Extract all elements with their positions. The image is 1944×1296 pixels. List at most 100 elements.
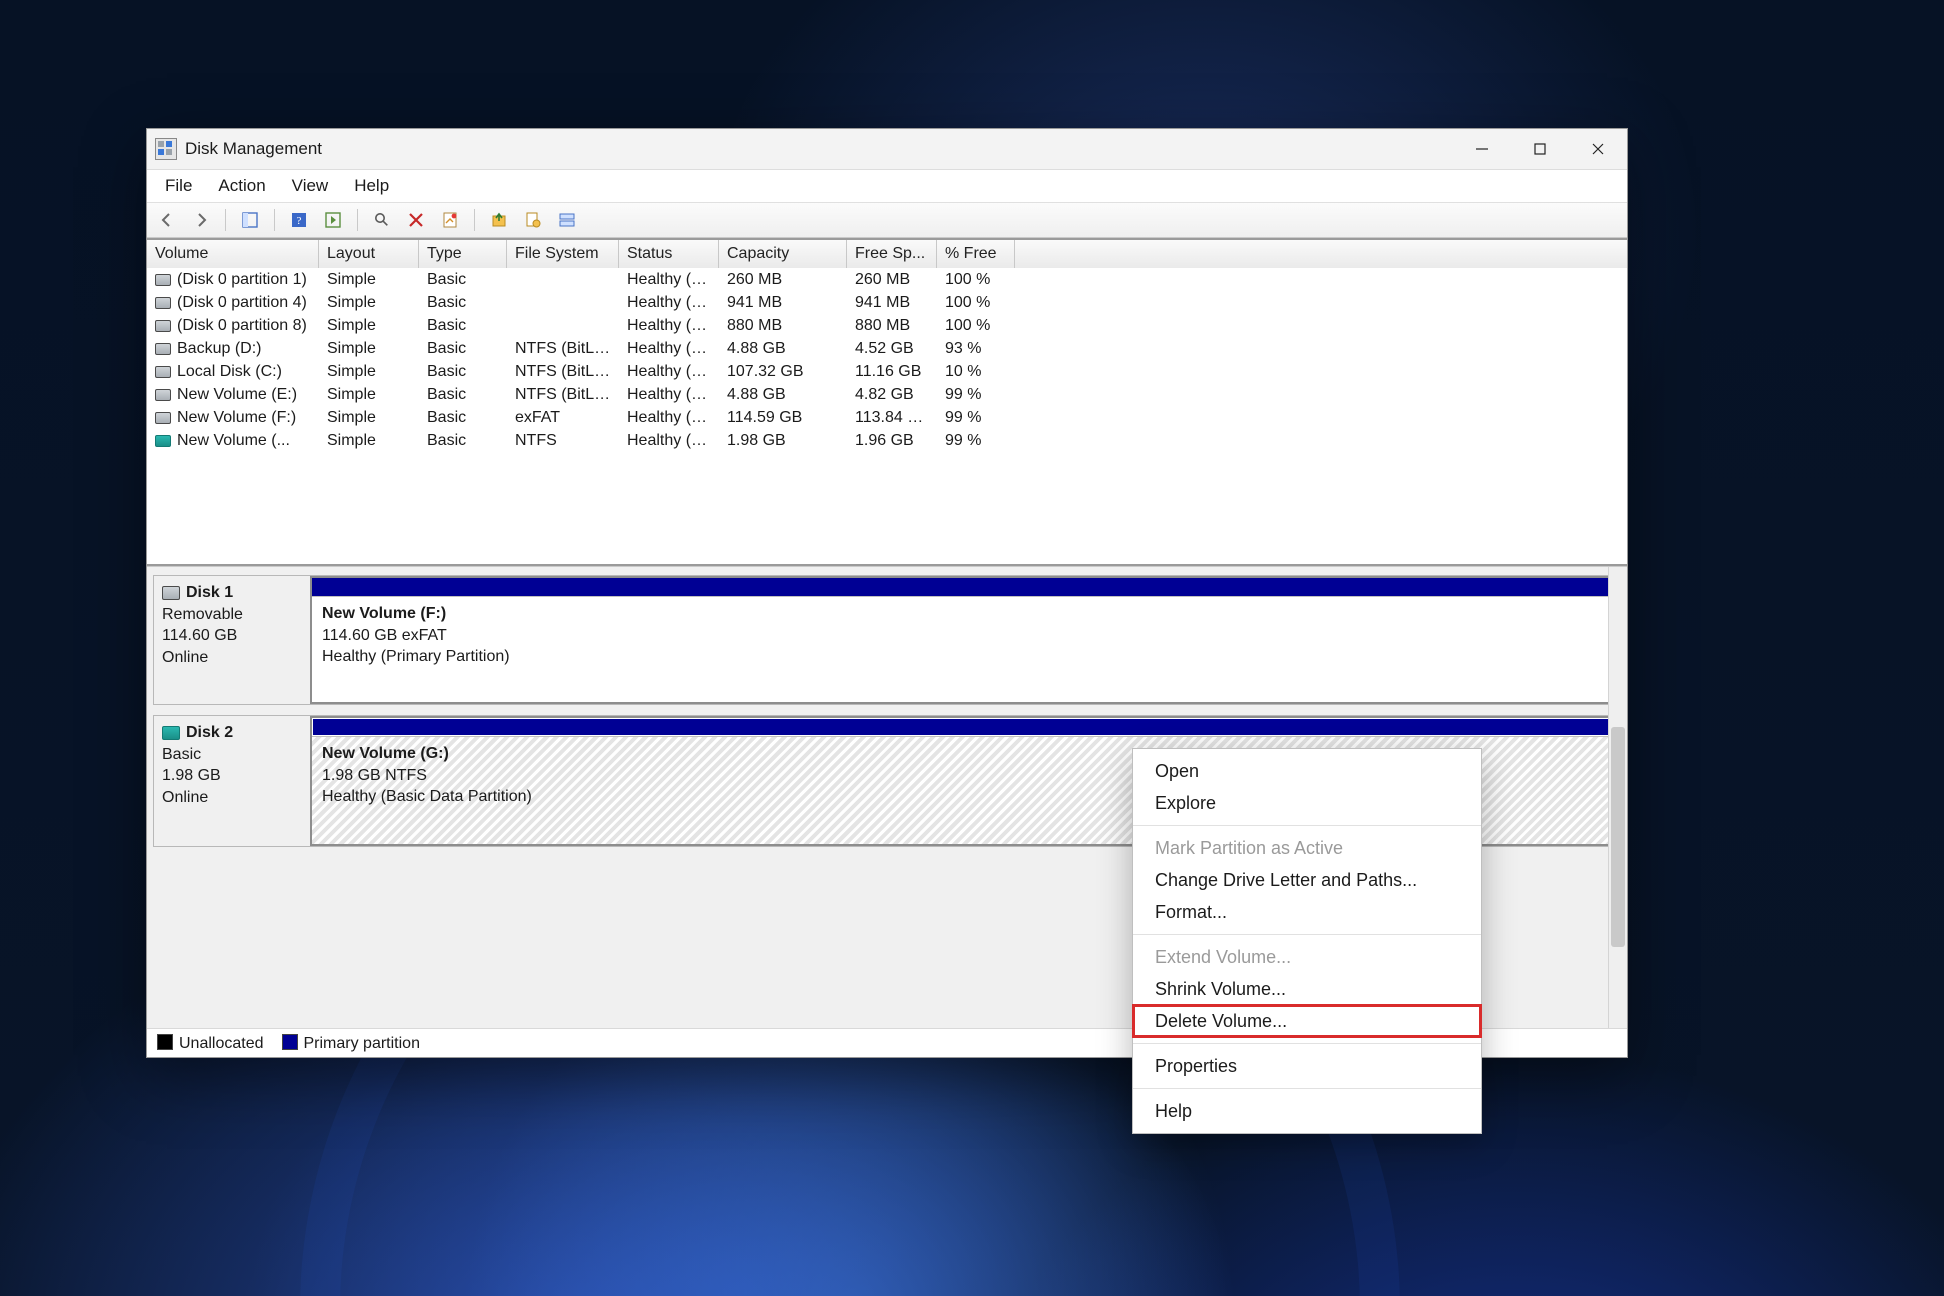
volume-capacity: 114.59 GB [719, 409, 847, 427]
col-type[interactable]: Type [419, 240, 507, 268]
disk-kind: Basic [162, 744, 302, 766]
properties-icon[interactable] [436, 206, 464, 234]
volume-name: (Disk 0 partition 4) [177, 294, 307, 312]
col-capacity[interactable]: Capacity [719, 240, 847, 268]
volume-capacity: 107.32 GB [719, 363, 847, 381]
delete-icon[interactable] [402, 206, 430, 234]
disk-size: 114.60 GB [162, 625, 302, 647]
toggle-view-icon[interactable] [553, 206, 581, 234]
volume-pct: 93 % [937, 340, 1015, 358]
col-freespace[interactable]: Free Sp... [847, 240, 937, 268]
volume-status: Healthy (E... [619, 271, 719, 289]
volume-status: Healthy (B... [619, 432, 719, 450]
volume-capacity: 260 MB [719, 271, 847, 289]
context-menu-item[interactable]: Format... [1133, 896, 1481, 928]
refresh-button[interactable] [368, 206, 396, 234]
volume-row[interactable]: New Volume (...SimpleBasicNTFSHealthy (B… [147, 429, 1627, 452]
minimize-button[interactable] [1453, 129, 1511, 169]
col-filesystem[interactable]: File System [507, 240, 619, 268]
menu-help[interactable]: Help [342, 172, 401, 200]
menu-view[interactable]: View [280, 172, 341, 200]
volume-free: 11.16 GB [847, 363, 937, 381]
col-status[interactable]: Status [619, 240, 719, 268]
volume-name: (Disk 0 partition 1) [177, 271, 307, 289]
help-button[interactable]: ? [285, 206, 313, 234]
volume-fs: NTFS [507, 432, 619, 450]
volume-type: Basic [419, 317, 507, 335]
volume-row[interactable]: New Volume (E:)SimpleBasicNTFS (BitLo...… [147, 383, 1627, 406]
disk-name: Disk 1 [186, 582, 233, 604]
volume-free: 260 MB [847, 271, 937, 289]
show-hide-console-tree-button[interactable] [236, 206, 264, 234]
context-menu-item: Mark Partition as Active [1133, 832, 1481, 864]
context-menu-item[interactable]: Open [1133, 755, 1481, 787]
context-menu-item[interactable]: Change Drive Letter and Paths... [1133, 864, 1481, 896]
volume-type: Basic [419, 363, 507, 381]
context-menu-item[interactable]: Explore [1133, 787, 1481, 819]
disk-partition[interactable]: New Volume (F:)114.60 GB exFATHealthy (P… [310, 576, 1616, 704]
volume-list-header[interactable]: Volume Layout Type File System Status Ca… [147, 240, 1627, 268]
partition-size-fs: 114.60 GB exFAT [322, 625, 1604, 647]
context-menu-item[interactable]: Delete Volume... [1133, 1005, 1481, 1037]
forward-button[interactable] [187, 206, 215, 234]
volume-row[interactable]: Backup (D:)SimpleBasicNTFS (BitLo...Heal… [147, 337, 1627, 360]
disk-panel[interactable]: Disk 1Removable114.60 GBOnline New Volume… [153, 575, 1617, 705]
volume-status: Healthy (B... [619, 340, 719, 358]
partition-title: New Volume (F:) [322, 603, 1604, 625]
menu-action[interactable]: Action [206, 172, 277, 200]
export-icon[interactable] [485, 206, 513, 234]
volume-row[interactable]: (Disk 0 partition 8)SimpleBasicHealthy (… [147, 314, 1627, 337]
volume-name: Backup (D:) [177, 340, 261, 358]
volume-layout: Simple [319, 294, 419, 312]
volume-row[interactable]: (Disk 0 partition 4)SimpleBasicHealthy (… [147, 291, 1627, 314]
col-pctfree[interactable]: % Free [937, 240, 1015, 268]
volume-layout: Simple [319, 409, 419, 427]
volume-capacity: 4.88 GB [719, 340, 847, 358]
maximize-button[interactable] [1511, 129, 1569, 169]
volume-icon [155, 389, 171, 401]
disk-icon [162, 586, 180, 600]
col-volume[interactable]: Volume [147, 240, 319, 268]
volume-status: Healthy (R... [619, 294, 719, 312]
volume-name: New Volume (E:) [177, 386, 297, 404]
volume-free: 880 MB [847, 317, 937, 335]
disk-map-scrollbar[interactable] [1608, 567, 1627, 1029]
disk-settings-icon[interactable] [519, 206, 547, 234]
scrollbar-thumb[interactable] [1611, 727, 1625, 947]
close-button[interactable] [1569, 129, 1627, 169]
volume-capacity: 1.98 GB [719, 432, 847, 450]
volume-name: (Disk 0 partition 8) [177, 317, 307, 335]
volume-pct: 10 % [937, 363, 1015, 381]
back-button[interactable] [153, 206, 181, 234]
context-menu-item: Extend Volume... [1133, 941, 1481, 973]
context-menu-item[interactable]: Shrink Volume... [1133, 973, 1481, 1005]
volume-row[interactable]: New Volume (F:)SimpleBasicexFATHealthy (… [147, 406, 1627, 429]
volume-icon [155, 274, 171, 286]
context-menu-item[interactable]: Properties [1133, 1050, 1481, 1082]
svg-text:?: ? [297, 215, 302, 227]
volume-layout: Simple [319, 432, 419, 450]
volume-row[interactable]: Local Disk (C:)SimpleBasicNTFS (BitLo...… [147, 360, 1627, 383]
volume-icon [155, 435, 171, 447]
volume-fs: NTFS (BitLo... [507, 340, 619, 358]
context-menu-item[interactable]: Help [1133, 1095, 1481, 1127]
volume-icon [155, 320, 171, 332]
volume-status: Healthy (B... [619, 386, 719, 404]
volume-fs: NTFS (BitLo... [507, 386, 619, 404]
volume-row[interactable]: (Disk 0 partition 1) SimpleBasic Healthy (… [147, 268, 1627, 291]
volume-icon [155, 366, 171, 378]
action-button[interactable] [319, 206, 347, 234]
menu-file[interactable]: File [153, 172, 204, 200]
disk-kind: Removable [162, 604, 302, 626]
disk-state: Online [162, 647, 302, 669]
volume-capacity: 941 MB [719, 294, 847, 312]
volume-pct: 99 % [937, 409, 1015, 427]
disk-size: 1.98 GB [162, 765, 302, 787]
col-layout[interactable]: Layout [319, 240, 419, 268]
volume-context-menu[interactable]: OpenExplore Mark Partition as ActiveChang… [1132, 748, 1482, 1134]
volume-status: Healthy (P... [619, 409, 719, 427]
titlebar[interactable]: Disk Management [147, 129, 1627, 170]
partition-stripe [312, 718, 1614, 736]
volume-layout: Simple [319, 271, 419, 289]
volume-type: Basic [419, 271, 507, 289]
